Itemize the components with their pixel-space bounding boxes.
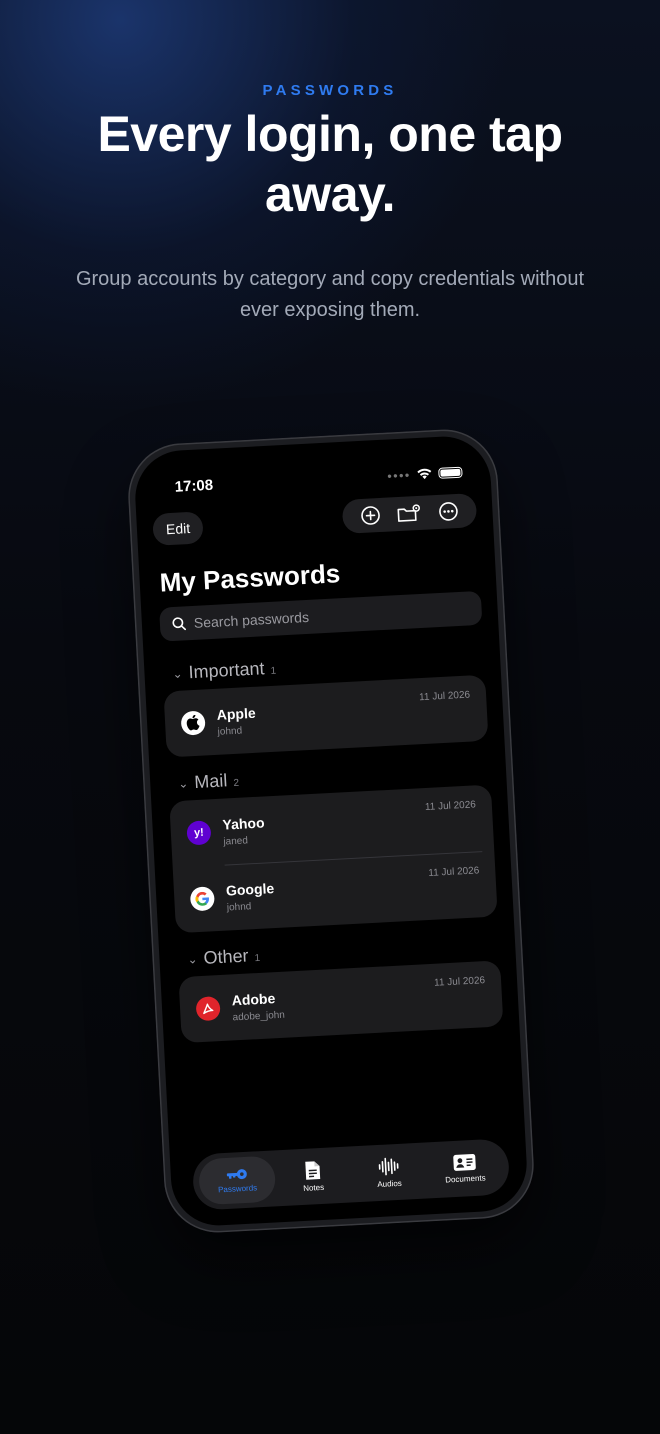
item-date: 11 Jul 2026 [424,799,477,814]
section-card-important: Apple johnd 11 Jul 2026 [163,674,489,758]
phone-frame: 17:08 ●●●● Edit My Passwords Search pass… [125,426,537,1236]
section-header-other[interactable]: ⌄ Other 1 [187,945,261,970]
yahoo-icon: y! [186,820,212,846]
section-count: 2 [233,777,240,790]
item-username: janed [223,835,249,848]
section-name: Important [188,658,266,683]
search-input[interactable] [193,602,435,631]
status-time: 17:08 [174,476,214,496]
item-date: 11 Jul 2026 [433,975,486,989]
section-header-important[interactable]: ⌄ Important 1 [172,658,277,684]
battery-icon [438,466,463,479]
search-icon [172,617,187,631]
status-bar: 17:08 ●●●● [174,462,463,497]
chevron-down-icon: ⌄ [172,666,183,682]
phone-screen: 17:08 ●●●● Edit My Passwords Search pass… [132,434,530,1228]
note-icon [305,1161,321,1180]
item-name: Google [225,880,275,899]
tab-label: Audios [377,1178,403,1190]
item-username: johnd [226,901,252,914]
item-name: Yahoo [222,814,265,833]
tab-bar: Passwords Notes Audios Documents [191,1138,511,1211]
section-header-mail[interactable]: ⌄ Mail 2 [178,770,240,794]
signal-icon: ●●●● [386,469,411,481]
more-button[interactable] [435,498,462,525]
apple-icon [180,710,206,736]
tab-label: Notes [302,1182,325,1193]
page-title: My Passwords [158,558,341,598]
ellipsis-circle-icon [439,502,459,521]
tab-notes[interactable]: Notes [274,1151,352,1201]
google-icon [189,886,215,912]
plus-circle-icon [360,506,380,525]
phone-mockup: 17:08 ●●●● Edit My Passwords Search pass… [125,426,537,1236]
adobe-icon [195,996,221,1022]
section-count: 1 [270,665,277,677]
toolbar-actions [341,492,478,534]
section-card-other: Adobe adobe_john 11 Jul 2026 [178,960,504,1044]
subhead: Group accounts by category and copy cred… [75,268,585,321]
section-count: 1 [254,952,261,965]
chevron-down-icon: ⌄ [187,952,198,967]
headline: Every login, one tap away. [97,106,563,222]
folder-gear-icon [397,504,420,522]
wifi-icon [417,468,432,480]
hero: PASSWORDS Every login, one tap away. Gro… [0,82,660,326]
search-bar[interactable] [159,590,483,642]
id-card-icon [453,1154,476,1171]
item-username: adobe_john [232,1009,286,1024]
item-date: 11 Jul 2026 [418,689,471,704]
status-icons: ●●●● [387,466,463,482]
password-row-apple[interactable]: Apple johnd 11 Jul 2026 [163,675,488,758]
tab-audios[interactable]: Audios [350,1147,428,1197]
chevron-down-icon: ⌄ [177,776,189,791]
edit-button[interactable]: Edit [152,511,204,546]
item-username: johnd [217,725,243,738]
item-date: 11 Jul 2026 [428,865,480,879]
key-icon [226,1169,247,1180]
tab-documents[interactable]: Documents [426,1144,504,1194]
section-card-mail: y! Yahoo janed 11 Jul 2026 Google johnd … [169,784,498,934]
tab-label: Documents [444,1173,486,1185]
folder-settings-button[interactable] [396,500,423,527]
add-button[interactable] [357,502,384,529]
toolbar: Edit [152,492,478,546]
eyebrow: PASSWORDS [262,82,398,99]
item-name: Apple [216,704,257,723]
password-row-adobe[interactable]: Adobe adobe_john 11 Jul 2026 [178,960,503,1043]
tab-passwords[interactable]: Passwords [198,1155,277,1206]
section-name: Mail [193,770,228,793]
section-name: Other [203,945,250,968]
item-name: Adobe [231,990,276,1009]
waveform-icon [378,1157,399,1176]
tab-label: Passwords [217,1183,258,1195]
